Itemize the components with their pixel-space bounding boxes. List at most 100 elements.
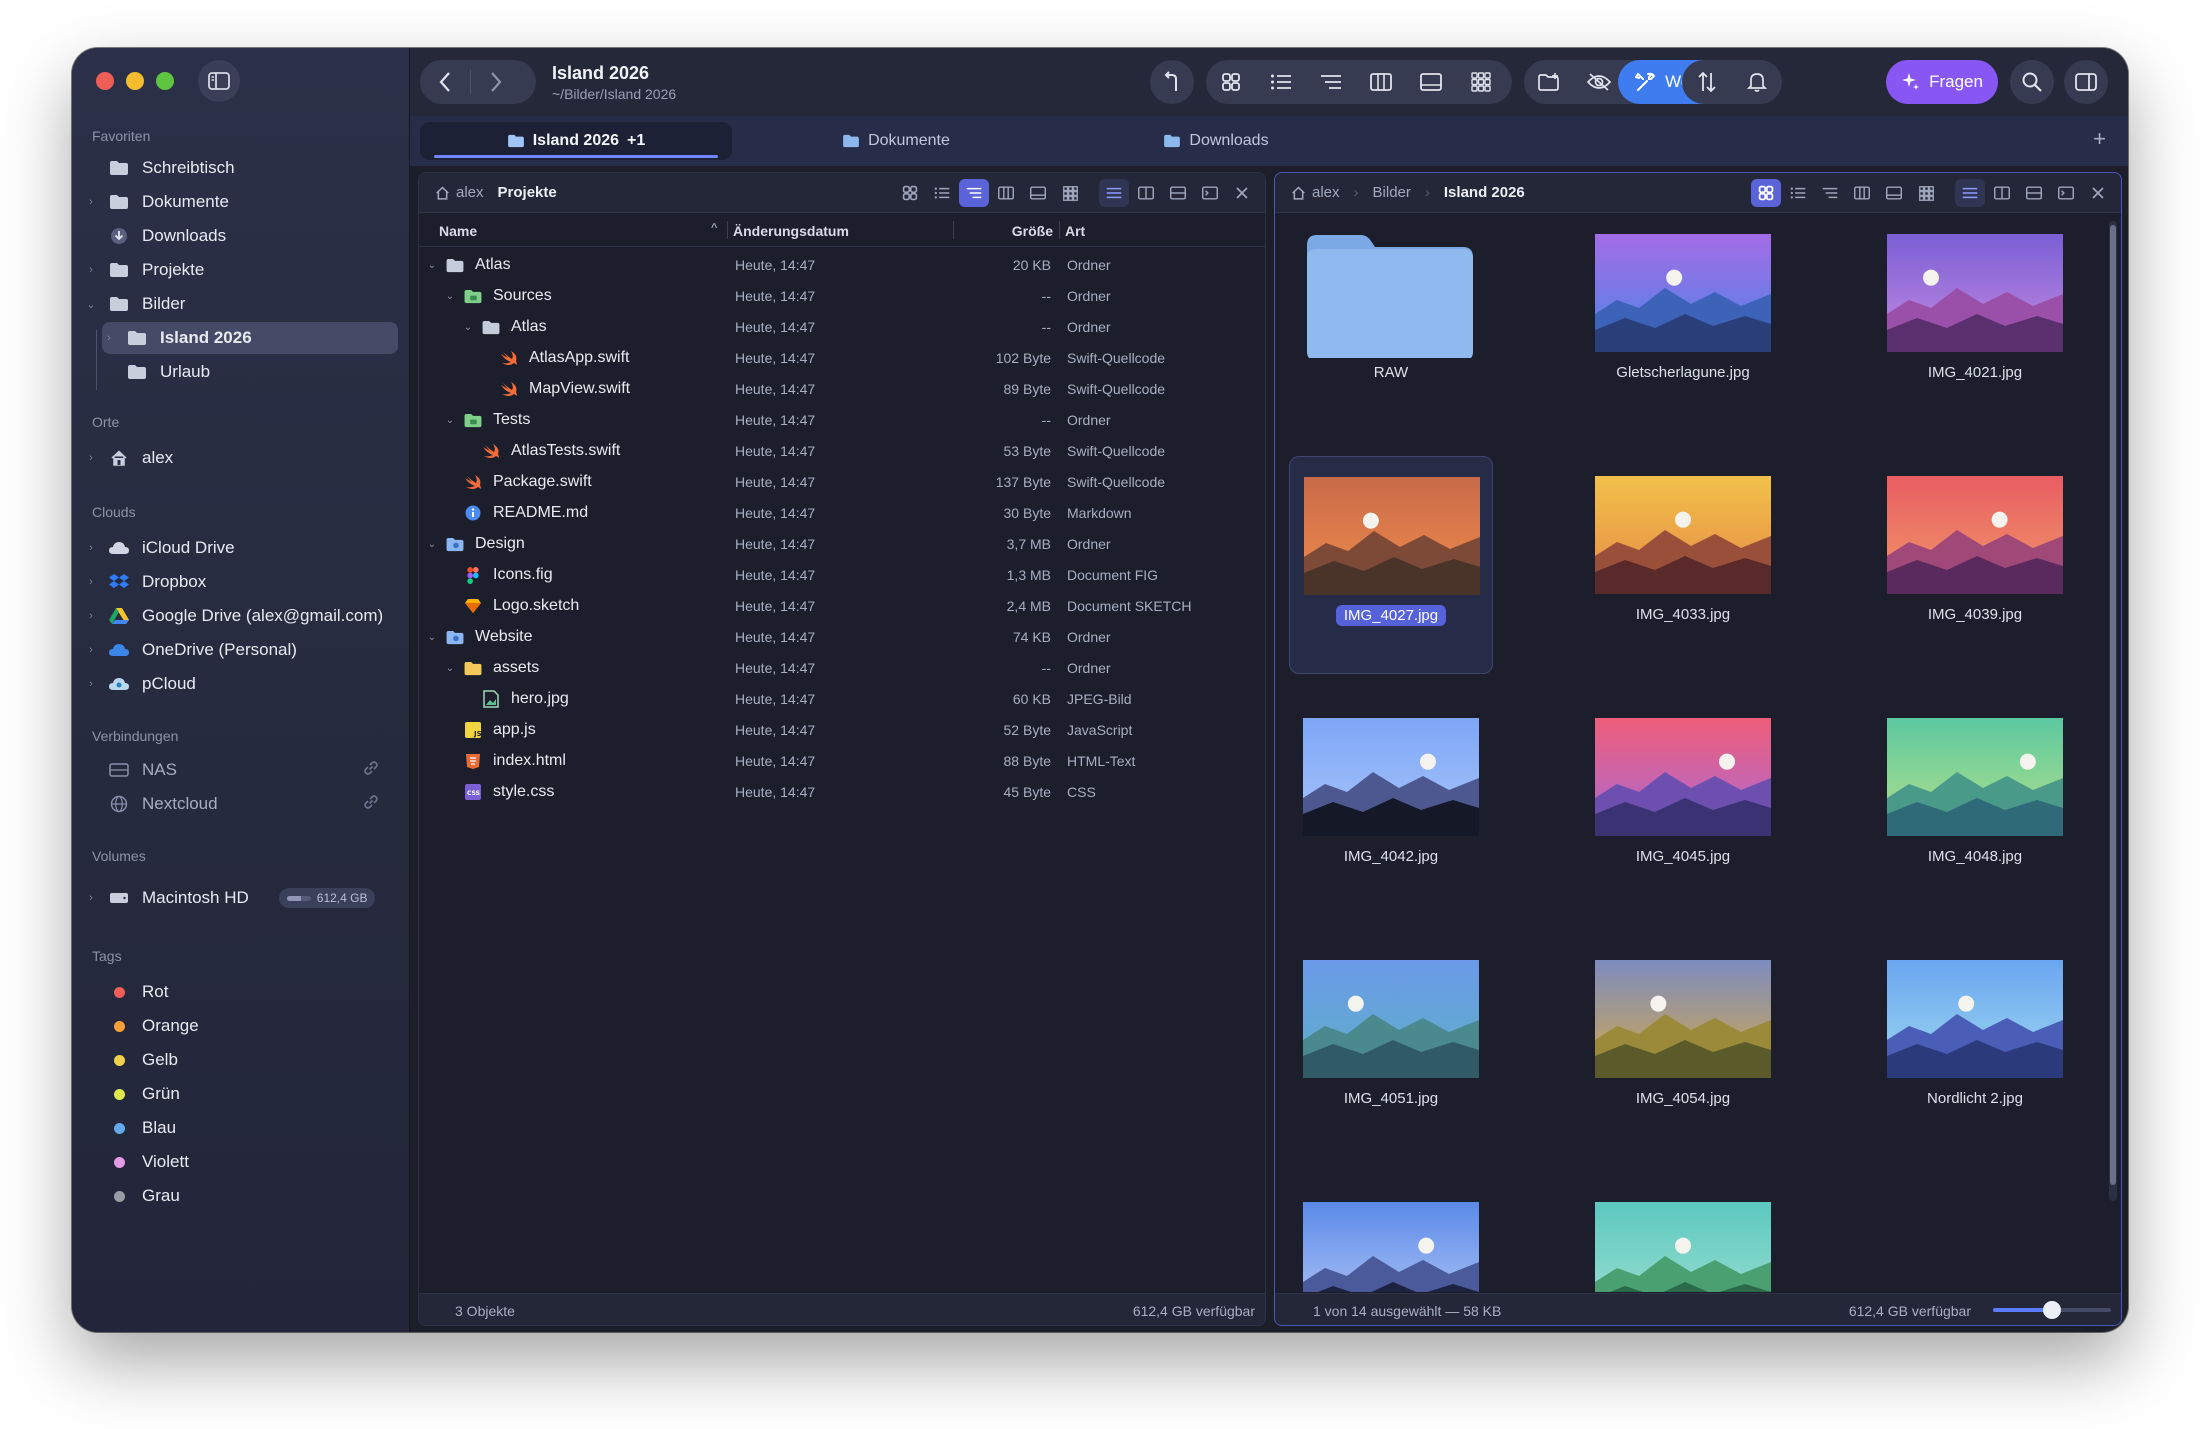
pane-list-view-button[interactable] <box>1783 179 1813 207</box>
image-item[interactable]: IMG_4051.jpg <box>1289 940 1493 1158</box>
pane-split-horizontal-button[interactable] <box>1163 179 1193 207</box>
back-button[interactable] <box>420 60 470 104</box>
search-button[interactable] <box>2010 60 2054 104</box>
sidebar-item-google-drive[interactable]: › Google Drive (alex@gmail.com) <box>84 600 398 632</box>
link-icon[interactable] <box>362 793 380 816</box>
column-header-size[interactable]: Größe <box>1012 223 1053 239</box>
image-item[interactable]: Nordlicht 2.jpg <box>1873 940 2077 1158</box>
chevron-right-icon[interactable]: › <box>84 576 98 588</box>
sidebar-tag-4[interactable]: Blau <box>84 1112 398 1144</box>
breadcrumb-root[interactable]: alex <box>435 184 484 201</box>
pane-split-horizontal-button[interactable] <box>2019 179 2049 207</box>
pane-outline-view-button[interactable] <box>959 179 989 207</box>
ask-button[interactable]: Fragen <box>1886 60 1998 104</box>
sort-ascending-icon[interactable]: ^ <box>711 222 717 234</box>
minimize-window-button[interactable] <box>126 72 144 90</box>
table-row[interactable]: index.html Heute, 14:47 88 Byte HTML-Text <box>419 745 1265 776</box>
pane-list-view-button[interactable] <box>927 179 957 207</box>
sidebar-item-downloads[interactable]: Downloads <box>84 220 398 252</box>
link-icon[interactable] <box>362 759 380 782</box>
new-tab-button[interactable]: + <box>2093 126 2106 152</box>
breadcrumb-root[interactable]: alex <box>1291 184 1340 201</box>
disclosure-chevron-icon[interactable]: ⌄ <box>425 632 439 643</box>
tab-island-2026[interactable]: Island 2026 +1 <box>420 122 732 160</box>
sidebar-item-macintosh-hd[interactable]: › Macintosh HD 612,4 GB <box>84 882 398 914</box>
icon-size-slider[interactable] <box>1993 1301 2111 1319</box>
disclosure-chevron-icon[interactable]: ⌄ <box>443 291 457 302</box>
disclosure-chevron-icon[interactable]: ⌄ <box>425 260 439 271</box>
sidebar-tag-5[interactable]: Violett <box>84 1146 398 1178</box>
sidebar-tag-0[interactable]: Rot <box>84 976 398 1008</box>
chevron-right-icon[interactable]: › <box>84 542 98 554</box>
pane-terminal-button[interactable] <box>2051 179 2081 207</box>
table-row[interactable]: MapView.swift Heute, 14:47 89 Byte Swift-Qu… <box>419 373 1265 404</box>
sidebar-item-nextcloud[interactable]: Nextcloud <box>84 788 398 820</box>
table-row[interactable]: Package.swift Heute, 14:47 137 Byte Swift-Q… <box>419 466 1265 497</box>
pane-icon-view-button[interactable] <box>895 179 925 207</box>
sidebar-tag-6[interactable]: Grau <box>84 1180 398 1212</box>
pane-gallery-view-button[interactable] <box>1879 179 1909 207</box>
close-window-button[interactable] <box>96 72 114 90</box>
sidebar-item-island-2026[interactable]: › Island 2026 <box>102 322 398 354</box>
icon-grid[interactable]: RAW Gletscherlagune.jpg IMG_4021.jpg IMG_40… <box>1275 214 2121 1292</box>
pane-sort-options-button[interactable] <box>1955 179 1985 207</box>
table-row[interactable]: ⌄ Design Heute, 14:47 3,7 MB Ordner <box>419 528 1265 559</box>
breadcrumb-current[interactable]: Projekte <box>498 184 557 201</box>
sidebar-item-icloud[interactable]: › iCloud Drive <box>84 532 398 564</box>
breadcrumb-current[interactable]: Island 2026 <box>1444 184 1525 201</box>
sidebar-item-dropbox[interactable]: › Dropbox <box>84 566 398 598</box>
sidebar-toggle-button[interactable] <box>198 60 240 102</box>
table-row[interactable]: ⌄ Atlas Heute, 14:47 20 KB Ordner <box>419 249 1265 280</box>
image-item[interactable]: IMG_4027.jpg <box>1289 456 1493 674</box>
vertical-scrollbar[interactable] <box>2109 221 2117 1201</box>
mosaic-view-button[interactable] <box>1456 60 1506 104</box>
table-row[interactable]: ⌄ Sources Heute, 14:47 -- Ordner <box>419 280 1265 311</box>
breadcrumb-middle[interactable]: Bilder <box>1373 184 1411 201</box>
table-row[interactable]: Logo.sketch Heute, 14:47 2,4 MB Document SK… <box>419 590 1265 621</box>
pane-gallery-view-button[interactable] <box>1023 179 1053 207</box>
pane-split-vertical-button[interactable] <box>1131 179 1161 207</box>
image-item[interactable]: IMG_4021.jpg <box>1873 214 2077 432</box>
column-header-name[interactable]: Name <box>439 223 477 239</box>
image-item[interactable] <box>1289 1182 1493 1292</box>
table-row[interactable]: ⌄ Atlas Heute, 14:47 -- Ordner <box>419 311 1265 342</box>
inspector-toggle-button[interactable] <box>2064 60 2108 104</box>
table-row[interactable]: ⌄ assets Heute, 14:47 -- Ordner <box>419 652 1265 683</box>
disclosure-chevron-icon[interactable]: ⌄ <box>425 539 439 550</box>
pane-close-button[interactable] <box>1227 179 1257 207</box>
image-item[interactable]: IMG_4045.jpg <box>1581 698 1785 916</box>
image-item[interactable]: IMG_4033.jpg <box>1581 456 1785 674</box>
image-item[interactable]: IMG_4039.jpg <box>1873 456 2077 674</box>
chevron-right-icon[interactable]: › <box>84 196 98 208</box>
chevron-right-icon[interactable]: › <box>84 644 98 656</box>
sidebar-item-schreibtisch[interactable]: Schreibtisch <box>84 152 398 184</box>
hidden-files-button[interactable] <box>1574 60 1624 104</box>
pane-column-view-button[interactable] <box>991 179 1021 207</box>
sidebar-item-bilder[interactable]: ⌄ Bilder <box>84 288 398 320</box>
column-header-date[interactable]: Änderungsdatum <box>733 223 849 239</box>
gallery-view-button[interactable] <box>1406 60 1456 104</box>
left-pane[interactable]: alex Projekte Name ^ Änderungsdatum Größ… <box>418 172 1266 1326</box>
table-row[interactable]: Icons.fig Heute, 14:47 1,3 MB Document FIG <box>419 559 1265 590</box>
table-row[interactable]: hero.jpg Heute, 14:47 60 KB JPEG-Bild <box>419 683 1265 714</box>
table-row[interactable]: JS app.js Heute, 14:47 52 Byte JavaScript <box>419 714 1265 745</box>
slider-knob[interactable] <box>2043 1301 2061 1319</box>
pane-icon-view-button[interactable] <box>1751 179 1781 207</box>
tab-dokumente[interactable]: Dokumente <box>740 122 1052 160</box>
pane-terminal-button[interactable] <box>1195 179 1225 207</box>
column-view-button[interactable] <box>1356 60 1406 104</box>
table-row[interactable]: AtlasTests.swift Heute, 14:47 53 Byte Swift… <box>419 435 1265 466</box>
sidebar-item-onedrive[interactable]: › OneDrive (Personal) <box>84 634 398 666</box>
sidebar-item-urlaub[interactable]: Urlaub <box>102 356 398 388</box>
chevron-right-icon[interactable]: › <box>84 610 98 622</box>
sidebar-tag-2[interactable]: Gelb <box>84 1044 398 1076</box>
image-item[interactable]: IMG_4054.jpg <box>1581 940 1785 1158</box>
disclosure-chevron-icon[interactable]: ⌄ <box>461 322 475 333</box>
tab-downloads[interactable]: Downloads <box>1060 122 1372 160</box>
sidebar-item-alex[interactable]: › alex <box>84 442 398 474</box>
folder-item[interactable]: RAW <box>1289 214 1493 432</box>
chevron-down-icon[interactable]: ⌄ <box>84 298 98 311</box>
image-item[interactable]: IMG_4042.jpg <box>1289 698 1493 916</box>
chevron-right-icon[interactable]: › <box>84 264 98 276</box>
table-row[interactable]: README.md Heute, 14:47 30 Byte Markdown <box>419 497 1265 528</box>
